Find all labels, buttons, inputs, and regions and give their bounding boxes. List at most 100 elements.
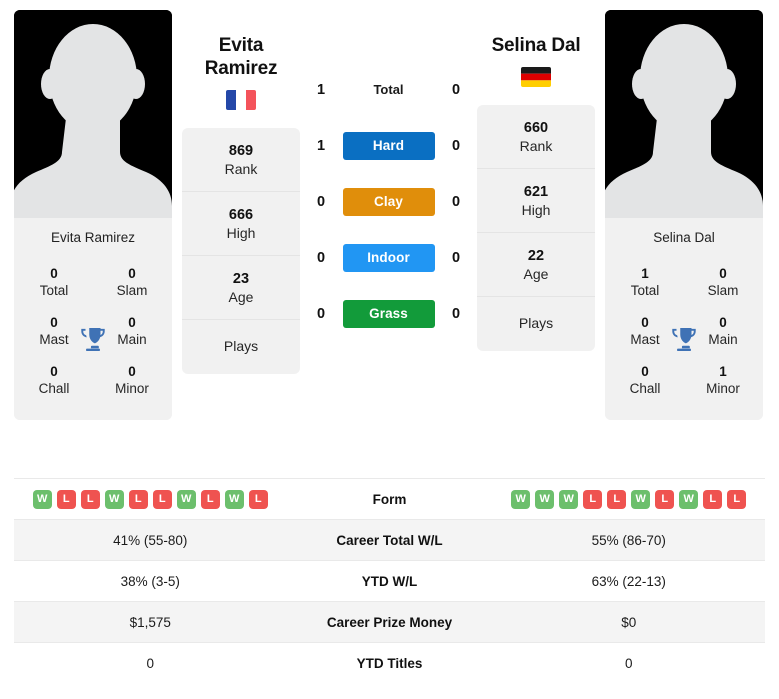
right-high-value: 621 xyxy=(523,184,549,200)
left-age-label: Age xyxy=(228,289,254,305)
form-badge-win[interactable]: W xyxy=(535,489,555,509)
left-plays-cell: Plays xyxy=(182,320,300,374)
right-titles-grid: 1 Total 0 Slam 0 Mast 0 Main 0 Chall 1 M… xyxy=(605,255,763,420)
form-badge-win[interactable]: W xyxy=(176,489,196,509)
left-chall-titles: 0 Chall xyxy=(30,363,78,398)
h2h-indoor-left: 0 xyxy=(316,250,326,266)
right-titles-row-1: 1 Total 0 Slam xyxy=(605,259,763,308)
form-badge-loss[interactable]: L xyxy=(152,489,172,509)
h2h-hard-left: 1 xyxy=(316,138,326,154)
form-badge-loss[interactable]: L xyxy=(248,489,268,509)
left-high-value: 666 xyxy=(228,207,254,223)
right-plays-cell: Plays xyxy=(477,297,595,351)
left-player-info-column: Evita Ramirez 869 Rank 666 High 23 Age P… xyxy=(182,10,300,374)
h2h-clay-mid: Clay xyxy=(341,188,437,216)
comparison-table: WLLWLLWLWL Form WWWLLWLWLL 41% (55-80) C… xyxy=(0,478,779,683)
form-badge-win[interactable]: W xyxy=(559,489,579,509)
right-age-value: 22 xyxy=(527,248,545,264)
right-total-label: Total xyxy=(630,283,660,298)
left-player-name[interactable]: Evita Ramirez xyxy=(182,10,300,80)
left-name-line-1: Evita xyxy=(218,35,264,56)
form-badge-loss[interactable]: L xyxy=(703,489,723,509)
h2h-grass-mid: Grass xyxy=(341,300,437,328)
right-player-column: Selina Dal 1 Total 0 Slam 0 Mast 0 Main … xyxy=(605,10,763,420)
left-total-value: 0 xyxy=(50,266,58,281)
right-main-label: Main xyxy=(708,332,738,347)
surface-badge-hard[interactable]: Hard xyxy=(342,132,435,160)
right-career-wl: 55% (86-70) xyxy=(591,532,666,548)
left-player-card[interactable]: Evita Ramirez 0 Total 0 Slam 0 Mast 0 Ma… xyxy=(14,10,172,420)
left-minor-value: 0 xyxy=(128,364,136,379)
form-badge-win[interactable]: W xyxy=(511,489,531,509)
right-form-badges: WWWLLWLWLL xyxy=(493,489,766,509)
right-player-name[interactable]: Selina Dal xyxy=(477,10,595,57)
table-row-career-wl: 41% (55-80) Career Total W/L 55% (86-70) xyxy=(14,519,765,560)
h2h-grass-right: 0 xyxy=(451,306,461,322)
right-chall-value: 0 xyxy=(641,364,649,379)
left-main-label: Main xyxy=(117,332,147,347)
form-badge-loss[interactable]: L xyxy=(655,489,675,509)
surface-badge-grass[interactable]: Grass xyxy=(342,300,435,328)
table-row-ytd-wl: 38% (3-5) YTD W/L 63% (22-13) xyxy=(14,560,765,601)
form-badge-loss[interactable]: L xyxy=(80,489,100,509)
h2h-row-clay: 0 Clay 0 xyxy=(310,174,467,230)
form-badge-loss[interactable]: L xyxy=(128,489,148,509)
surface-badge-indoor[interactable]: Indoor xyxy=(342,244,435,272)
left-chall-label: Chall xyxy=(38,381,70,396)
form-badge-win[interactable]: W xyxy=(32,489,52,509)
trophy-icon xyxy=(672,327,696,351)
right-ytd-wl: 63% (22-13) xyxy=(591,573,666,589)
h2h-clay-left: 0 xyxy=(316,194,326,210)
h2h-row-grass: 0 Grass 0 xyxy=(310,286,467,342)
form-badge-loss[interactable]: L xyxy=(56,489,76,509)
h2h-total-label: Total xyxy=(373,82,404,97)
left-titles-grid: 0 Total 0 Slam 0 Mast 0 Main 0 Chall 0 M… xyxy=(14,255,172,420)
left-high-cell: 666 High xyxy=(182,192,300,256)
form-badge-win[interactable]: W xyxy=(224,489,244,509)
right-rank-label: Rank xyxy=(519,138,553,154)
right-player-avatar xyxy=(605,10,763,218)
left-mast-label: Mast xyxy=(39,332,69,347)
left-titles-row-3: 0 Chall 0 Minor xyxy=(14,357,172,406)
right-slam-value: 0 xyxy=(719,266,727,281)
left-minor-titles: 0 Minor xyxy=(108,363,156,398)
left-career-wl: 41% (55-80) xyxy=(113,532,188,548)
h2h-hard-mid: Hard xyxy=(341,132,437,160)
left-player-avatar xyxy=(14,10,172,218)
h2h-row-total: 1 Total 0 xyxy=(310,62,467,118)
right-main-value: 0 xyxy=(719,315,727,330)
left-plays-label: Plays xyxy=(223,338,259,354)
right-minor-value: 1 xyxy=(719,364,727,379)
table-row-ytd-titles: 0 YTD Titles 0 xyxy=(14,642,765,683)
right-main-titles: 0 Main xyxy=(699,314,747,349)
left-flag-wrap xyxy=(182,80,300,114)
table-row-form: WLLWLLWLWL Form WWWLLWLWLL xyxy=(14,478,765,519)
left-slam-value: 0 xyxy=(128,266,136,281)
right-minor-titles: 1 Minor xyxy=(699,363,747,398)
h2h-indoor-mid: Indoor xyxy=(341,244,437,272)
surface-badge-clay[interactable]: Clay xyxy=(342,188,435,216)
form-badge-loss[interactable]: L xyxy=(607,489,627,509)
form-badge-win[interactable]: W xyxy=(104,489,124,509)
left-ytd-wl: 38% (3-5) xyxy=(120,573,180,589)
row-label-career-wl: Career Total W/L xyxy=(336,532,443,548)
left-titles-row-1: 0 Total 0 Slam xyxy=(14,259,172,308)
h2h-row-hard: 1 Hard 0 xyxy=(310,118,467,174)
form-badge-loss[interactable]: L xyxy=(583,489,603,509)
right-player-card[interactable]: Selina Dal 1 Total 0 Slam 0 Mast 0 Main … xyxy=(605,10,763,420)
left-rank-card: 869 Rank 666 High 23 Age Plays xyxy=(182,128,300,374)
right-total-value: 1 xyxy=(641,266,649,281)
form-badge-loss[interactable]: L xyxy=(727,489,747,509)
left-slam-label: Slam xyxy=(116,283,148,298)
h2h-total-left: 1 xyxy=(316,82,326,98)
right-minor-label: Minor xyxy=(706,381,740,396)
right-mast-label: Mast xyxy=(630,332,660,347)
right-name-line-1: Selina Dal xyxy=(491,35,581,56)
form-badge-win[interactable]: W xyxy=(679,489,699,509)
right-prize-money: $0 xyxy=(621,614,637,630)
form-badge-loss[interactable]: L xyxy=(200,489,220,509)
right-titles-row-3: 0 Chall 1 Minor xyxy=(605,357,763,406)
form-badge-win[interactable]: W xyxy=(631,489,651,509)
head-to-head-column: 1 Total 0 1 Hard 0 0 Clay 0 0 Indoor 0 0… xyxy=(310,10,467,342)
left-chall-value: 0 xyxy=(50,364,58,379)
